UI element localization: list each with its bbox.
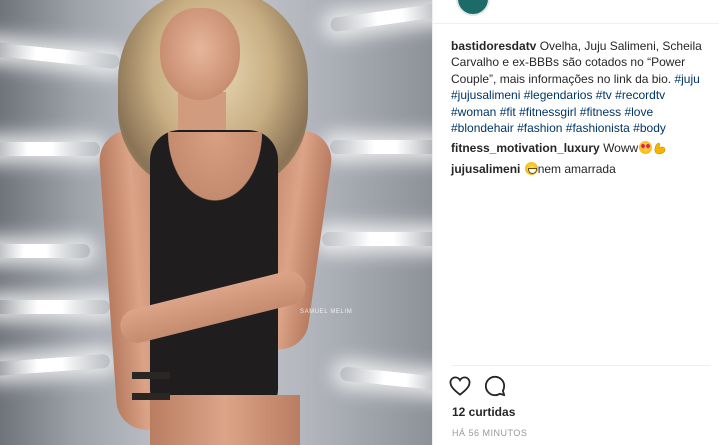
studio-light <box>0 353 111 377</box>
comment-username[interactable]: jujusalimeni <box>451 162 520 176</box>
studio-light <box>322 232 432 246</box>
comment-speech-bubble-icon[interactable] <box>483 374 507 398</box>
like-count[interactable]: 12 curtidas <box>452 405 515 419</box>
comment-username[interactable]: fitness_motivation_luxury <box>451 141 600 155</box>
hashtag-link[interactable]: #love <box>624 105 653 119</box>
actions-divider <box>451 365 711 366</box>
comment-item: jujusalimeni nem amarrada <box>451 161 713 177</box>
panel-divider <box>432 0 433 445</box>
hashtag-link[interactable]: #recordtv <box>615 88 665 102</box>
bracelet <box>132 372 170 400</box>
studio-light <box>330 140 432 154</box>
comment-text: nem amarrada <box>537 161 616 176</box>
header-divider <box>433 23 719 24</box>
comment-list: bastidoresdatv Ovelha, Juju Salimeni, Sc… <box>451 38 713 177</box>
model-face <box>160 8 240 100</box>
studio-light <box>339 366 432 392</box>
studio-light <box>0 142 100 156</box>
post-photo[interactable]: SAMUEL MELIM <box>0 0 432 445</box>
hashtag-link[interactable]: #fashionista <box>566 121 630 135</box>
avatar[interactable] <box>456 0 490 16</box>
hashtag-link[interactable]: #fit <box>500 105 516 119</box>
post-actions <box>448 374 507 400</box>
post-timestamp[interactable]: HÁ 56 MINUTOS <box>452 428 527 438</box>
photographer-watermark: SAMUEL MELIM <box>300 309 353 315</box>
flexed-biceps-emoji-icon <box>653 141 666 155</box>
hashtag-link[interactable]: #legendarios <box>524 88 593 102</box>
model-legs <box>150 395 300 445</box>
studio-light <box>0 40 121 70</box>
grinning-emoji-icon <box>524 161 538 175</box>
studio-light <box>0 244 90 258</box>
hashtag-link[interactable]: #fitness <box>580 105 621 119</box>
hashtag-link[interactable]: #fashion <box>517 121 562 135</box>
hashtag-link[interactable]: #jujusalimeni <box>451 88 520 102</box>
comment-text: Woww <box>603 141 639 156</box>
hashtag-link[interactable]: #juju <box>674 72 699 86</box>
hashtag-link[interactable]: #woman <box>451 105 496 119</box>
hashtag-link[interactable]: #fitnessgirl <box>519 105 576 119</box>
hashtag-link[interactable]: #tv <box>596 88 612 102</box>
caption-username[interactable]: bastidoresdatv <box>451 39 536 53</box>
like-heart-icon[interactable] <box>448 374 472 398</box>
studio-light <box>329 1 432 33</box>
hashtag-link[interactable]: #blondehair <box>451 121 514 135</box>
heart-eyes-emoji-icon <box>639 141 653 155</box>
post-caption: bastidoresdatv Ovelha, Juju Salimeni, Sc… <box>451 38 713 136</box>
studio-light <box>0 300 110 314</box>
hashtag-link[interactable]: #body <box>633 121 666 135</box>
model-chest <box>160 132 270 212</box>
comment-item: fitness_motivation_luxury Woww <box>451 140 713 156</box>
